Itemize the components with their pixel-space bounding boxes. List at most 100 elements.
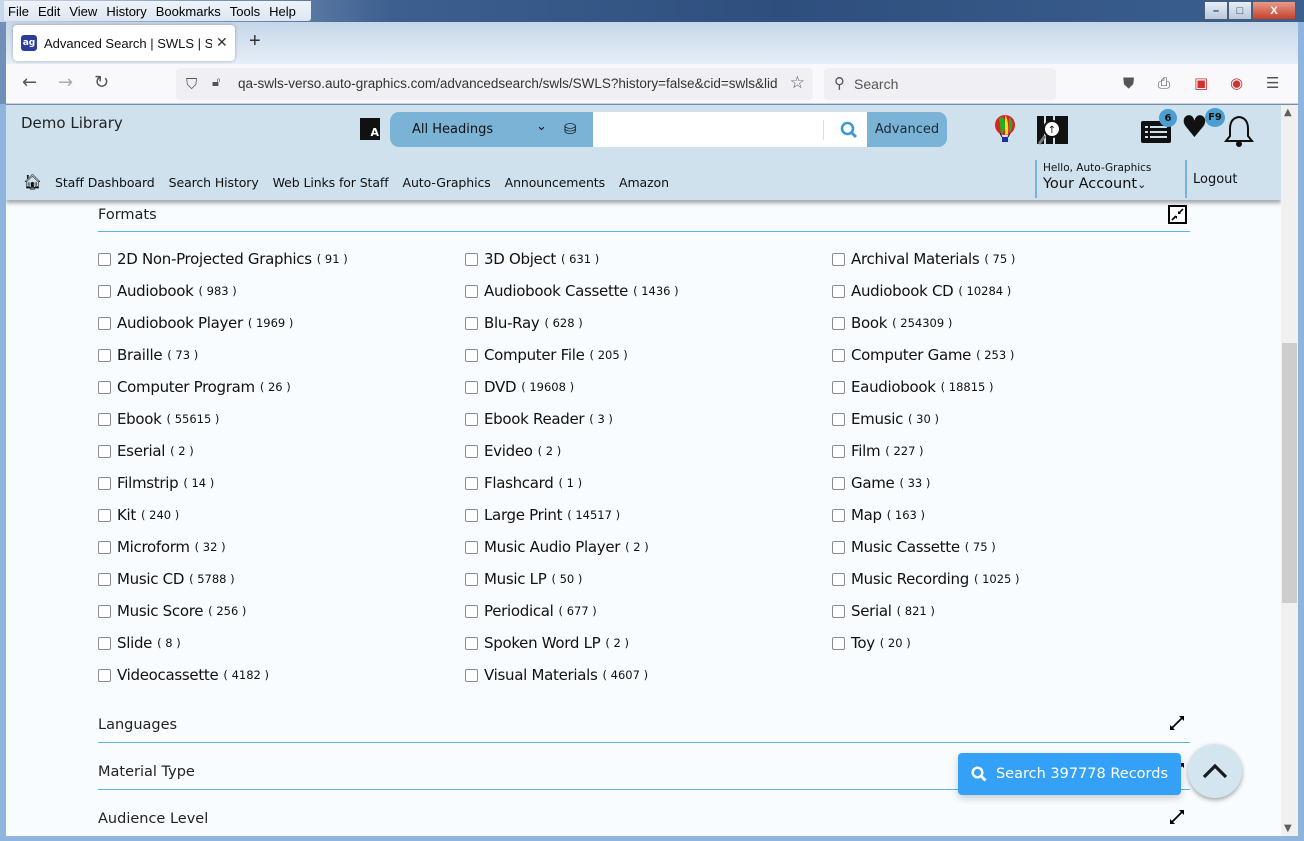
shield-icon[interactable]: ⛉ [186,75,197,93]
search-scope-select[interactable]: All Headings [412,122,493,137]
format-checkbox-item[interactable]: Film ( 227 ) [832,435,1199,467]
forward-icon[interactable]: → [58,72,73,93]
format-checkbox[interactable] [98,412,111,426]
format-checkbox[interactable] [832,444,845,458]
format-checkbox[interactable] [832,508,845,522]
close-window-button[interactable]: X [1252,1,1296,20]
format-checkbox[interactable] [832,476,845,490]
menu-bookmarks[interactable]: Bookmarks [156,4,221,19]
nav-auto-graphics[interactable]: Auto-Graphics [403,175,491,190]
format-checkbox[interactable] [465,636,478,650]
mcafee-search-icon[interactable]: ◉ [1230,74,1243,92]
hot-air-balloon-icon[interactable] [994,115,1016,143]
format-checkbox-item[interactable]: Computer Program ( 26 ) [98,371,465,403]
format-checkbox[interactable] [465,380,478,394]
pocket-icon[interactable]: ⛊ [1123,74,1134,92]
format-checkbox[interactable] [465,444,478,458]
format-checkbox-item[interactable]: Audiobook CD ( 10284 ) [832,275,1199,307]
menu-help[interactable]: Help [269,4,296,19]
format-checkbox[interactable] [465,412,478,426]
format-checkbox-item[interactable]: Filmstrip ( 14 ) [98,467,465,499]
logout-link[interactable]: Logout [1185,160,1238,198]
page-scrollbar[interactable]: ▲ ▼ [1281,105,1298,836]
format-checkbox-item[interactable]: DVD ( 19608 ) [465,371,832,403]
format-checkbox[interactable] [832,348,845,362]
format-checkbox-item[interactable]: Microform ( 32 ) [98,531,465,563]
format-checkbox-item[interactable]: Computer File ( 205 ) [465,339,832,371]
format-checkbox[interactable] [465,316,478,330]
print-icon[interactable]: ⎙ [1158,74,1170,92]
chevron-down-icon[interactable]: ⌄ [536,119,547,134]
close-tab-icon[interactable]: ✕ [216,35,228,51]
format-checkbox-item[interactable]: Book ( 254309 ) [832,307,1199,339]
format-checkbox-item[interactable]: Archival Materials ( 75 ) [832,243,1199,275]
reload-icon[interactable]: ↻ [94,72,109,93]
format-checkbox[interactable] [465,348,478,362]
format-checkbox[interactable] [465,284,478,298]
nav-announcements[interactable]: Announcements [505,175,605,190]
format-checkbox-item[interactable]: Visual Materials ( 4607 ) [465,659,832,691]
format-checkbox[interactable] [465,572,478,586]
collapse-icon[interactable] [1168,205,1187,224]
format-checkbox-item[interactable]: Braille ( 73 ) [98,339,465,371]
format-checkbox[interactable] [98,508,111,522]
home-icon[interactable]: 🏠︎ [23,173,42,191]
format-checkbox-item[interactable]: Blu-Ray ( 628 ) [465,307,832,339]
format-checkbox-item[interactable]: Eserial ( 2 ) [98,435,465,467]
format-checkbox[interactable] [832,412,845,426]
format-checkbox[interactable] [98,604,111,618]
format-checkbox[interactable] [465,476,478,490]
format-checkbox[interactable] [98,668,111,682]
format-checkbox-item[interactable]: Computer Game ( 253 ) [832,339,1199,371]
insecure-lock-icon[interactable]: 🔓︎ [212,75,220,90]
format-checkbox[interactable] [832,316,845,330]
format-checkbox[interactable] [465,508,478,522]
format-checkbox-item[interactable]: Music LP ( 50 ) [465,563,832,595]
format-checkbox-item[interactable]: Videocassette ( 4182 ) [98,659,465,691]
menu-history[interactable]: History [106,4,146,19]
search-records-button[interactable]: Search 397778 Records [958,753,1181,795]
languages-section-header[interactable]: Languages [98,711,1190,743]
format-checkbox[interactable] [832,540,845,554]
format-checkbox[interactable] [465,252,478,266]
maximize-button[interactable]: □ [1228,1,1252,20]
format-checkbox-item[interactable]: Audiobook Player ( 1969 ) [98,307,465,339]
format-checkbox-item[interactable]: Audiobook Cassette ( 1436 ) [465,275,832,307]
browser-tab-active[interactable]: ag Advanced Search | SWLS | SWLS ✕ [13,25,235,61]
format-checkbox-item[interactable]: Music Score ( 256 ) [98,595,465,627]
format-checkbox[interactable] [832,604,845,618]
scroll-down-arrow-icon[interactable]: ▼ [1284,823,1292,834]
format-checkbox[interactable] [98,636,111,650]
format-checkbox[interactable] [465,540,478,554]
bookmark-star-icon[interactable]: ☆ [790,73,805,93]
minimize-button[interactable]: – [1204,1,1228,20]
format-checkbox[interactable] [98,380,111,394]
format-checkbox-item[interactable]: Ebook ( 55615 ) [98,403,465,435]
database-icon[interactable]: ⛁ [564,120,577,138]
format-checkbox[interactable] [832,380,845,394]
format-checkbox[interactable] [465,604,478,618]
new-tab-icon[interactable]: + [249,30,261,53]
format-checkbox[interactable] [832,572,845,586]
nav-search-history[interactable]: Search History [169,175,259,190]
format-checkbox-item[interactable]: Game ( 33 ) [832,467,1199,499]
menu-tools[interactable]: Tools [230,4,260,19]
notifications-bell-icon[interactable] [1224,114,1254,148]
format-checkbox[interactable] [832,284,845,298]
search-catalog-icon[interactable]: ↑ [1035,114,1069,146]
format-checkbox[interactable] [832,252,845,266]
format-checkbox-item[interactable]: Music Audio Player ( 2 ) [465,531,832,563]
nav-amazon[interactable]: Amazon [619,175,669,190]
formats-section-header[interactable]: Formats [98,201,1190,232]
format-checkbox-item[interactable]: Eaudiobook ( 18815 ) [832,371,1199,403]
format-checkbox-item[interactable]: Emusic ( 30 ) [832,403,1199,435]
format-checkbox-item[interactable]: 3D Object ( 631 ) [465,243,832,275]
nav-staff-dashboard[interactable]: Staff Dashboard [55,175,155,190]
url-bar[interactable]: ⛉ 🔓︎ qa-swls-verso.auto-graphics.com/adv… [176,68,813,100]
format-checkbox-item[interactable]: Slide ( 8 ) [98,627,465,659]
format-checkbox-item[interactable]: 2D Non-Projected Graphics ( 91 ) [98,243,465,275]
format-checkbox-item[interactable]: Music CD ( 5788 ) [98,563,465,595]
search-input[interactable] [593,112,867,147]
format-checkbox-item[interactable]: Flashcard ( 1 ) [465,467,832,499]
menu-edit[interactable]: Edit [38,4,60,19]
